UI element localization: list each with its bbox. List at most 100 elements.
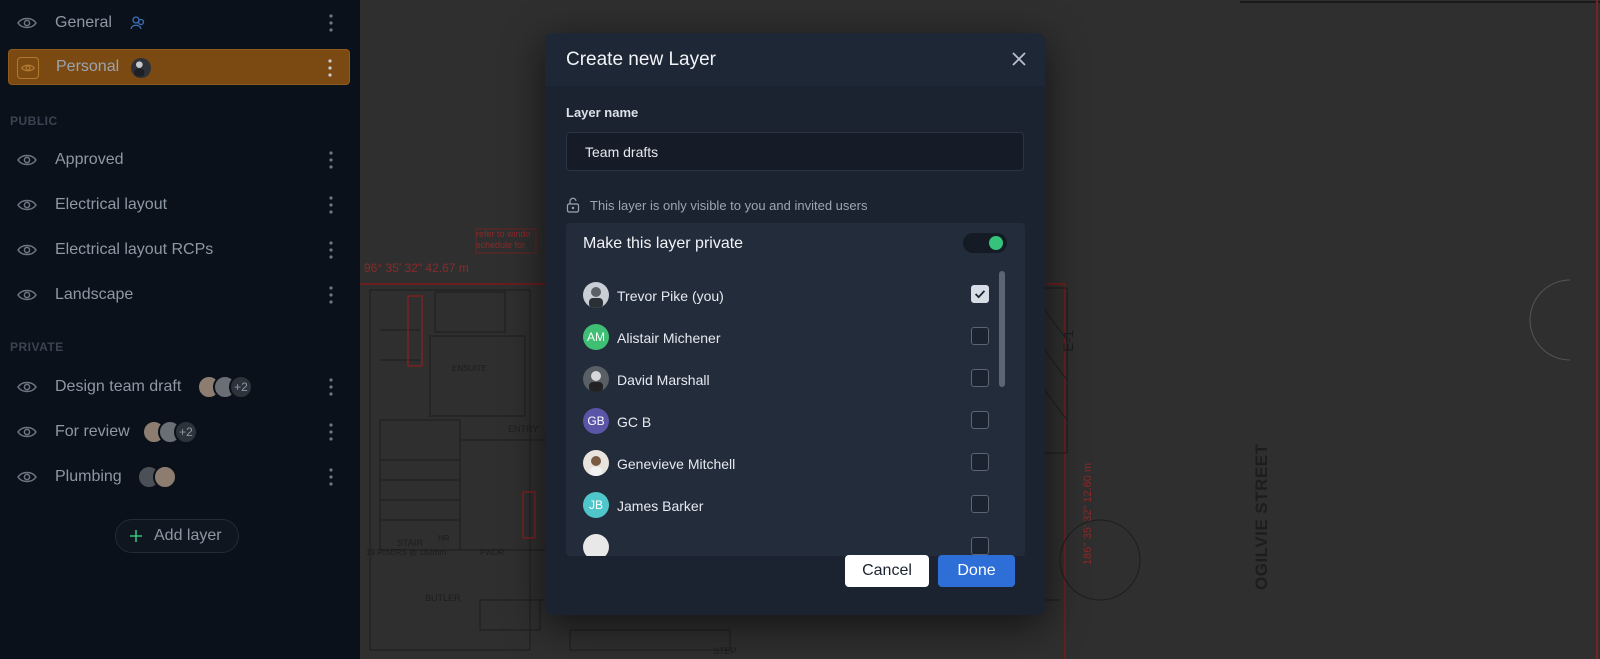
avatar — [583, 450, 609, 476]
avatar — [153, 465, 177, 489]
room-label: HR — [438, 534, 450, 543]
invited-users-list[interactable]: Trevor Pike (you) AM Alistair Michener D… — [566, 268, 1025, 556]
add-layer-button[interactable]: Add layer — [115, 519, 239, 553]
street-label: OGILVIE STREET — [1252, 443, 1271, 590]
layer-members — [137, 465, 177, 489]
layer-label: Electrical layout RCPs — [55, 241, 214, 258]
eye-icon[interactable] — [17, 57, 39, 79]
layer-label: General — [55, 14, 112, 31]
user-checkbox[interactable] — [971, 327, 989, 345]
layer-item[interactable]: Electrical layout RCPs — [8, 232, 350, 268]
section-heading-private: PRIVATE — [10, 340, 64, 354]
user-name: James Barker — [617, 498, 704, 514]
layer-item[interactable]: For review +2 — [8, 414, 350, 450]
layer-item-personal[interactable]: Personal — [8, 49, 350, 85]
layer-item[interactable]: Plumbing — [8, 459, 350, 495]
layer-label: Personal — [56, 58, 120, 75]
private-toggle[interactable] — [963, 233, 1007, 253]
layer-label: Design team draft — [55, 378, 182, 395]
more-options-icon[interactable] — [328, 377, 334, 397]
private-toggle-label: Make this layer private — [583, 235, 744, 252]
layer-members: +2 — [142, 420, 198, 444]
room-label: STEP — [713, 646, 737, 656]
more-options-icon[interactable] — [327, 58, 333, 78]
layer-item[interactable]: Landscape — [8, 277, 350, 313]
more-options-icon[interactable] — [328, 150, 334, 170]
drawing-note: refer to windo schedule for — [476, 229, 531, 250]
layer-item[interactable]: Approved — [8, 142, 350, 178]
dialog-title: Create new Layer — [566, 49, 716, 70]
user-checkbox[interactable] — [971, 453, 989, 471]
user-name: David Marshall — [617, 372, 710, 388]
layer-label: Plumbing — [55, 468, 122, 485]
dimension-label: 96° 35' 32" 42.67 m — [364, 261, 469, 275]
plus-icon — [130, 530, 142, 542]
cancel-button[interactable]: Cancel — [845, 555, 929, 587]
layer-name-label: Layer name — [566, 105, 639, 120]
layers-sidebar: General Personal PUBLIC Approved Electri… — [0, 0, 360, 659]
more-options-icon[interactable] — [328, 13, 334, 33]
avatar — [129, 56, 153, 80]
user-checkbox[interactable] — [971, 495, 989, 513]
room-label: 19 RISERS @ 182mm — [366, 548, 447, 557]
avatar — [583, 366, 609, 392]
room-label: E-1 — [1060, 330, 1076, 352]
user-name: Alistair Michener — [617, 330, 721, 346]
user-name: Genevieve Mitchell — [617, 456, 736, 472]
eye-icon[interactable] — [16, 239, 38, 261]
avatar — [583, 534, 609, 556]
avatar: JB — [583, 492, 609, 518]
user-checkbox[interactable] — [971, 369, 989, 387]
layer-members: +2 — [197, 375, 253, 399]
dialog-header: Create new Layer — [545, 33, 1045, 86]
more-options-icon[interactable] — [328, 240, 334, 260]
user-name: Trevor Pike (you) — [617, 288, 724, 304]
eye-icon[interactable] — [16, 421, 38, 443]
more-options-icon[interactable] — [328, 285, 334, 305]
visibility-note-text: This layer is only visible to you and in… — [590, 197, 868, 213]
layer-name-input[interactable] — [566, 132, 1024, 171]
user-row[interactable]: GB GC B — [566, 401, 1006, 443]
user-row[interactable]: JB James Barker — [566, 485, 1006, 527]
room-label: PWDR — [480, 548, 505, 557]
layer-item[interactable]: Design team draft +2 — [8, 369, 350, 405]
eye-icon[interactable] — [16, 284, 38, 306]
layer-label: Approved — [55, 151, 124, 168]
user-checkbox[interactable] — [971, 411, 989, 429]
private-settings-panel: Make this layer private Trevor Pike (you… — [566, 223, 1025, 556]
eye-icon[interactable] — [16, 466, 38, 488]
eye-icon[interactable] — [16, 376, 38, 398]
avatar — [583, 282, 609, 308]
user-row[interactable] — [566, 527, 1006, 556]
layer-item-general[interactable]: General — [8, 5, 350, 41]
more-options-icon[interactable] — [328, 195, 334, 215]
layer-label: Landscape — [55, 286, 134, 303]
room-label: ENTRY — [508, 424, 539, 434]
more-options-icon[interactable] — [328, 467, 334, 487]
more-options-icon[interactable] — [328, 422, 334, 442]
eye-icon[interactable] — [16, 149, 38, 171]
section-heading-public: PUBLIC — [10, 114, 58, 128]
eye-icon[interactable] — [16, 194, 38, 216]
done-button[interactable]: Done — [938, 555, 1015, 587]
create-layer-dialog: Create new Layer Layer name This layer i… — [545, 33, 1045, 615]
user-checkbox[interactable] — [971, 285, 989, 303]
toggle-knob — [989, 236, 1003, 250]
avatar: AM — [583, 324, 609, 350]
close-icon[interactable] — [1010, 50, 1028, 68]
user-row[interactable]: Trevor Pike (you) — [566, 275, 1006, 317]
dimension-label: 186° 35' 32" 12.60 m — [1082, 462, 1094, 565]
list-scrollbar[interactable] — [999, 271, 1005, 387]
unlock-icon — [566, 197, 580, 213]
layer-item[interactable]: Electrical layout — [8, 187, 350, 223]
user-row[interactable]: Genevieve Mitchell — [566, 443, 1006, 485]
eye-icon[interactable] — [16, 12, 38, 34]
user-row[interactable]: David Marshall — [566, 359, 1006, 401]
add-layer-label: Add layer — [154, 527, 222, 544]
user-row[interactable]: AM Alistair Michener — [566, 317, 1006, 359]
avatar: GB — [583, 408, 609, 434]
room-label: STAIR — [397, 538, 423, 548]
visibility-note: This layer is only visible to you and in… — [566, 196, 867, 214]
user-checkbox[interactable] — [971, 537, 989, 555]
room-label: ENSUITE — [452, 364, 487, 373]
